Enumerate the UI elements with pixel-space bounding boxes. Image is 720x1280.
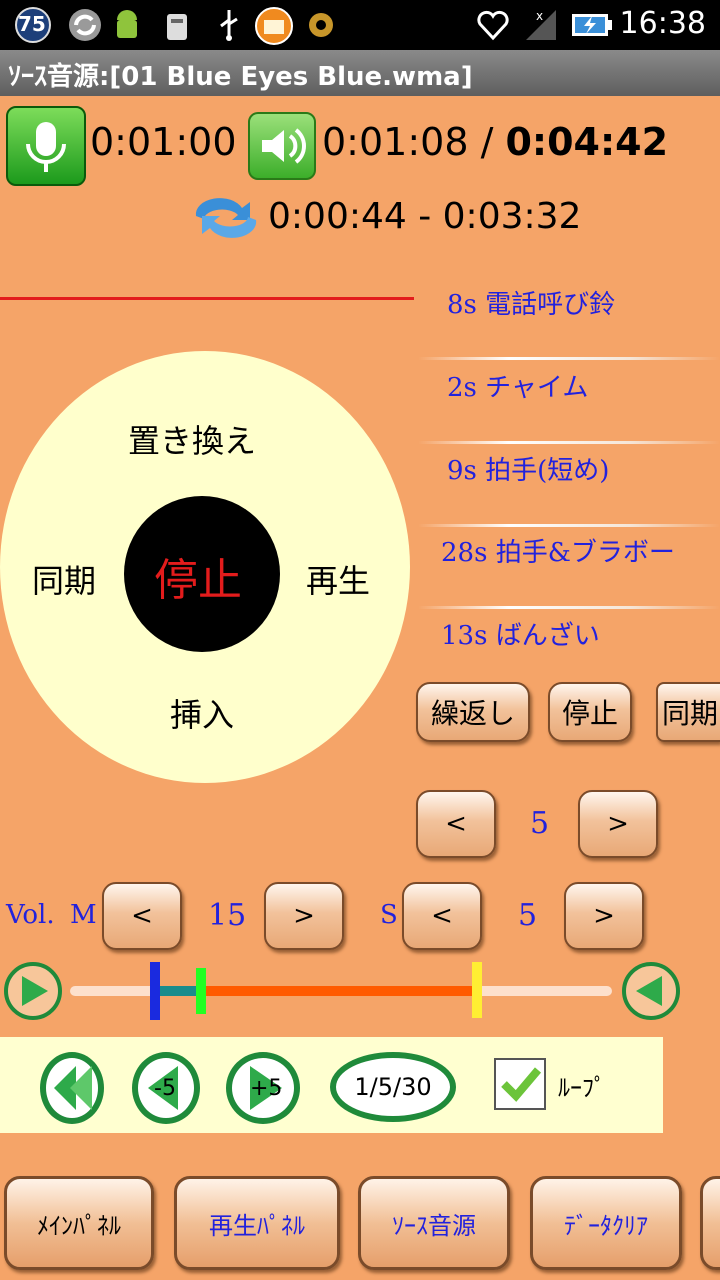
wheel-stop-label: 停止 bbox=[154, 555, 242, 606]
android-icon bbox=[108, 6, 146, 44]
notification-count: 75 bbox=[18, 12, 46, 36]
timeline-pre-segment bbox=[156, 986, 200, 996]
play-left-icon bbox=[636, 976, 662, 1006]
settings-gear-icon bbox=[302, 6, 340, 44]
tab-data-clear[interactable]: ﾃﾞｰﾀｸﾘｱ bbox=[530, 1176, 682, 1270]
divider bbox=[418, 606, 720, 609]
usb-icon bbox=[210, 6, 248, 44]
speed-button[interactable]: 1/5/30 bbox=[330, 1052, 456, 1122]
wheel-play[interactable]: 再生 bbox=[306, 556, 370, 602]
master-volume-decrement[interactable]: < bbox=[102, 882, 182, 950]
heart-signal-icon bbox=[474, 6, 512, 44]
tab-source[interactable]: ｿｰｽ音源 bbox=[358, 1176, 510, 1270]
window-title: ｿｰｽ音源:[01 Blue Eyes Blue.wma] bbox=[8, 62, 473, 92]
timeline-marker-blue[interactable] bbox=[150, 962, 160, 1020]
status-bar: 75 x 16:38 bbox=[0, 0, 720, 50]
wheel-sync[interactable]: 同期 bbox=[32, 556, 96, 602]
timeline-end-button[interactable] bbox=[622, 962, 680, 1020]
rewind-to-start-button[interactable] bbox=[40, 1052, 104, 1124]
wheel-replace[interactable]: 置き換え bbox=[128, 416, 256, 462]
volume-label: Vol. bbox=[6, 900, 55, 930]
stop-button[interactable]: 停止 bbox=[548, 682, 632, 742]
sound-item-applause-short[interactable]: 9s 拍手(短め) bbox=[447, 450, 609, 487]
master-volume-value: 15 bbox=[208, 898, 247, 933]
stepper-decrement[interactable]: < bbox=[416, 790, 496, 858]
plus5-label: +5 bbox=[250, 1076, 283, 1101]
repeat-button[interactable]: 繰返し bbox=[416, 682, 530, 742]
wheel-insert[interactable]: 挿入 bbox=[170, 690, 234, 736]
sound-item-applause-bravo[interactable]: 28s 拍手&ブラボー bbox=[441, 532, 675, 569]
svg-text:x: x bbox=[536, 9, 543, 23]
sound-item-phone[interactable]: 8s 電話呼び鈴 bbox=[447, 284, 615, 321]
loop-checkbox[interactable] bbox=[494, 1058, 546, 1110]
tab-play-panel[interactable]: 再生ﾊﾟﾈﾙ bbox=[174, 1176, 340, 1270]
position-indicator-line bbox=[0, 297, 414, 300]
loop-label: ﾙｰﾌﾟ bbox=[558, 1074, 606, 1102]
divider bbox=[418, 441, 720, 444]
sync-icon bbox=[66, 6, 104, 44]
sound-volume-value: 5 bbox=[518, 898, 538, 933]
sound-label: S bbox=[380, 900, 398, 930]
speed-label: 1/5/30 bbox=[354, 1073, 432, 1101]
minus5-button[interactable]: -5 bbox=[132, 1052, 200, 1124]
sound-item-banzai[interactable]: 13s ばんざい bbox=[441, 615, 600, 652]
master-label: M bbox=[70, 900, 97, 930]
notification-count-icon: 75 bbox=[14, 6, 52, 44]
microphone-icon bbox=[26, 122, 66, 172]
divider bbox=[418, 357, 720, 360]
play-time-row: 0:01:08 / 0:04:42 bbox=[322, 120, 668, 164]
checkmark-icon bbox=[501, 1067, 542, 1102]
divider bbox=[418, 524, 720, 527]
no-signal-icon: x bbox=[522, 6, 560, 44]
sound-volume-increment[interactable]: > bbox=[564, 882, 644, 950]
play-time: 0:01:08 / bbox=[322, 120, 506, 164]
stepper-increment[interactable]: > bbox=[578, 790, 658, 858]
clock: 16:38 bbox=[619, 6, 706, 41]
double-rewind-icon bbox=[54, 1066, 92, 1110]
plus5-button[interactable]: +5 bbox=[226, 1052, 300, 1124]
record-time: 0:01:00 bbox=[90, 120, 237, 164]
timeline-loop-segment bbox=[204, 986, 476, 996]
timeline-start-button[interactable] bbox=[4, 962, 62, 1020]
sound-item-chime[interactable]: 2s チャイム bbox=[447, 367, 588, 404]
minus5-label: -5 bbox=[154, 1076, 176, 1101]
sound-volume-decrement[interactable]: < bbox=[402, 882, 482, 950]
tab-more[interactable] bbox=[700, 1176, 720, 1270]
tab-main-panel[interactable]: ﾒｲﾝﾊﾟﾈﾙ bbox=[4, 1176, 154, 1270]
loop-range: 0:00:44 - 0:03:32 bbox=[268, 196, 582, 237]
speaker-button[interactable] bbox=[248, 112, 316, 180]
sync-button[interactable]: 同期 bbox=[656, 682, 720, 742]
play-right-icon bbox=[22, 976, 48, 1006]
loop-range-icon bbox=[188, 190, 264, 246]
speaker-icon bbox=[262, 128, 306, 164]
title-bar: ｿｰｽ音源:[01 Blue Eyes Blue.wma] bbox=[0, 50, 720, 96]
battery-charging-icon bbox=[570, 6, 614, 44]
stepper-value: 5 bbox=[530, 806, 550, 841]
timeline-marker-yellow[interactable] bbox=[472, 962, 482, 1018]
timeline-marker-green[interactable] bbox=[196, 968, 206, 1014]
folder-app-icon bbox=[254, 6, 293, 45]
microphone-button[interactable] bbox=[6, 106, 86, 186]
android-debug-icon bbox=[158, 6, 196, 44]
total-time: 0:04:42 bbox=[505, 120, 669, 164]
master-volume-increment[interactable]: > bbox=[264, 882, 344, 950]
